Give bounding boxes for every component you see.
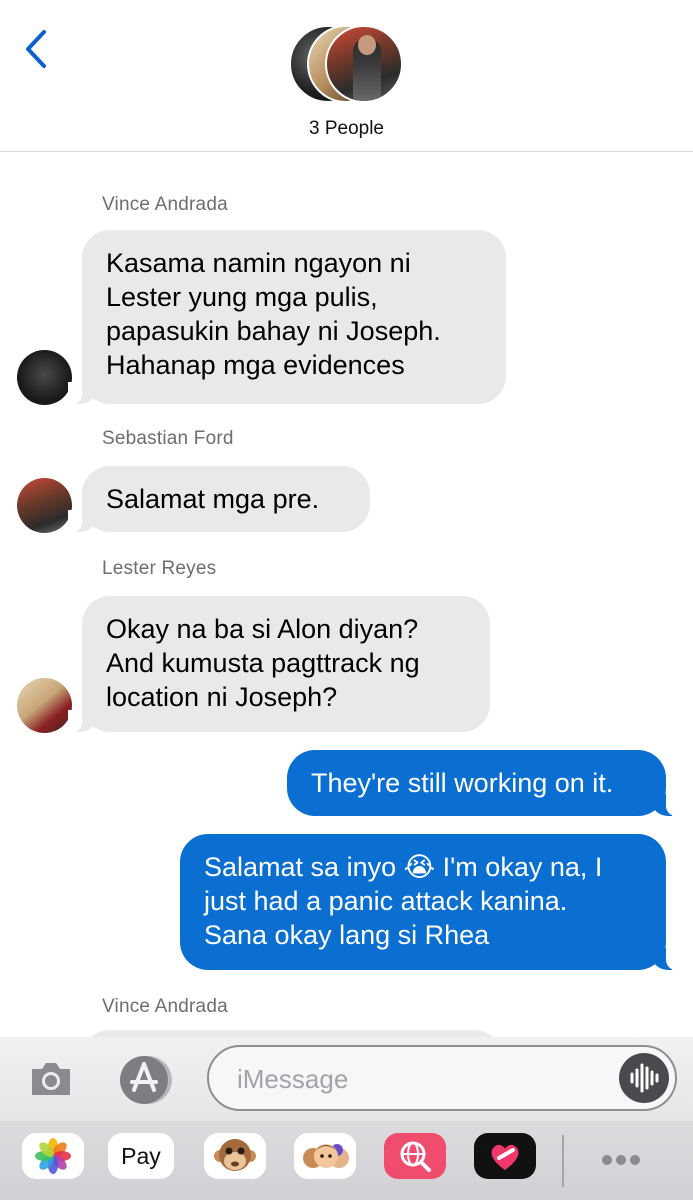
- digital-touch-button[interactable]: [474, 1133, 536, 1179]
- monkey-icon: [214, 1139, 256, 1171]
- message-text: Salamat sa inyo 😭 I'm okay na, I just ha…: [204, 852, 603, 950]
- memoji-icon: [303, 1144, 349, 1168]
- drawer-divider: [562, 1135, 564, 1187]
- memoji-button[interactable]: [294, 1133, 356, 1179]
- message-field: [207, 1045, 677, 1111]
- photos-icon: [35, 1138, 71, 1174]
- camera-button[interactable]: [28, 1059, 74, 1099]
- message-bubble-received[interactable]: Okay na ba si Alon diyan? And kumusta pa…: [68, 596, 490, 732]
- message-bubble-sent[interactable]: They're still working on it.: [287, 750, 680, 816]
- app-store-button[interactable]: [116, 1054, 176, 1106]
- avatar[interactable]: [17, 478, 72, 533]
- waveform-icon: [630, 1063, 659, 1093]
- avatar: [325, 25, 403, 103]
- sender-name: Vince Andrada: [102, 996, 228, 1017]
- compose-bar: [0, 1037, 693, 1121]
- sender-name: Sebastian Ford: [102, 428, 234, 449]
- avatar[interactable]: [17, 350, 72, 405]
- message-bubble-sent[interactable]: Salamat sa inyo 😭 I'm okay na, I just ha…: [180, 834, 680, 970]
- message-text: Salamat mga pre.: [106, 484, 320, 514]
- audio-message-button[interactable]: [619, 1053, 669, 1103]
- camera-icon: [32, 1063, 70, 1095]
- animoji-button[interactable]: [204, 1133, 266, 1179]
- avatar[interactable]: [17, 678, 72, 733]
- more-apps-button[interactable]: [594, 1145, 648, 1173]
- group-title[interactable]: 3 People: [0, 118, 693, 140]
- back-button[interactable]: [18, 26, 58, 72]
- message-bubble-received[interactable]: Kasama namin ngayon ni Lester yung mga p…: [68, 230, 506, 404]
- message-text: They're still working on it.: [311, 768, 614, 798]
- conversation-header: 3 People: [0, 0, 693, 152]
- more-icon: [602, 1155, 612, 1165]
- apple-pay-button[interactable]: Pay: [108, 1133, 174, 1179]
- sender-name: Vince Andrada: [102, 194, 228, 215]
- group-avatars[interactable]: [289, 25, 409, 105]
- message-text: Kasama namin ngayon ni Lester yung mga p…: [106, 248, 441, 380]
- message-input[interactable]: [237, 1059, 597, 1099]
- heart-icon: [491, 1144, 519, 1170]
- message-text: Okay na ba si Alon diyan? And kumusta pa…: [106, 614, 420, 712]
- photos-app-button[interactable]: [22, 1133, 84, 1179]
- app-drawer: Pay: [0, 1121, 693, 1200]
- apple-pay-label: Pay: [121, 1142, 161, 1169]
- web-search-button[interactable]: [384, 1133, 446, 1179]
- globe-search-icon: [400, 1141, 431, 1172]
- chevron-left-icon: [26, 30, 46, 68]
- message-bubble-received[interactable]: Salamat mga pre.: [68, 466, 370, 532]
- app-store-icon: [120, 1056, 172, 1104]
- sender-name: Lester Reyes: [102, 558, 217, 579]
